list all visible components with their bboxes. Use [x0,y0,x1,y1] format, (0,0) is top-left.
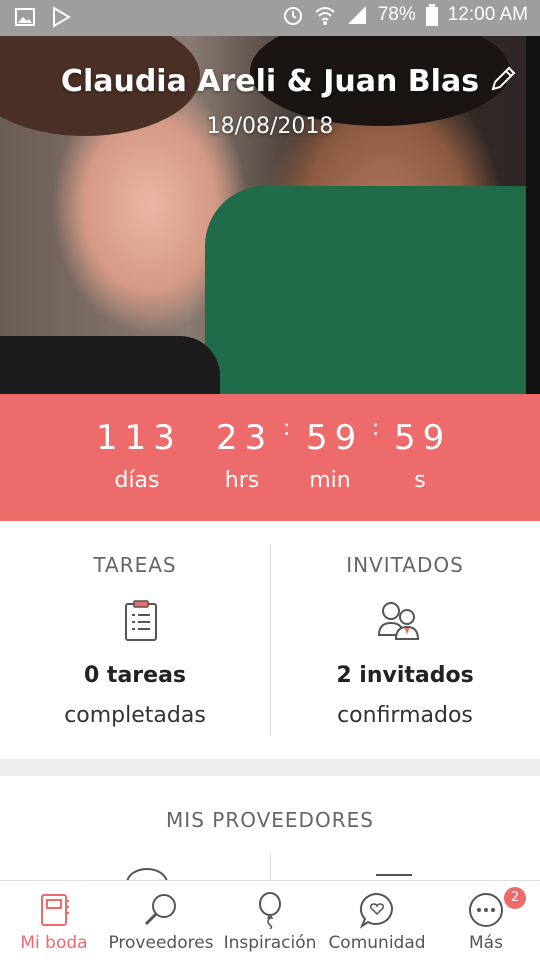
tasks-status: completadas [64,703,206,728]
wedding-countdown: 113 23 : 59 : 59 días hrs min s [0,394,540,521]
countdown-seconds: 59 [394,418,452,458]
notification-badge: 2 [504,887,526,909]
guests-title: INVITADOS [346,553,464,577]
tasks-title: TAREAS [93,553,177,577]
nav-label: Proveedores [108,933,214,953]
wedding-date: 18/08/2018 [206,114,334,139]
countdown-minutes: 59 [306,418,364,458]
countdown-separator: : [283,416,291,441]
tasks-count: 0 tareas [83,663,187,688]
providers-section: MIS PROVEEDORES [0,776,540,898]
clock: 12:00 AM [447,4,528,25]
edit-pencil-icon[interactable] [488,64,518,94]
play-store-notification-icon [53,6,71,28]
nav-inspiracion[interactable]: Inspiración [220,881,320,960]
guests-people-icon [377,602,420,640]
guests-status: confirmados [337,703,473,728]
guests-count: 2 invitados [336,663,474,688]
clipboard-checklist-icon [125,600,157,641]
balloon-icon [259,892,281,929]
status-bar: 78% 12:00 AM [0,0,540,36]
couple-photo-header: Claudia Areli & Juan Blas 18/08/2018 [0,36,540,394]
nav-label: Comunidad [328,933,426,953]
bottom-navigation: Mi boda Proveedores Inspiración Comunida… [0,880,540,960]
countdown-minutes-label: min [309,468,351,493]
countdown-hours: 23 [216,418,274,458]
countdown-seconds-label: s [414,468,426,493]
countdown-separator: : [372,416,380,441]
providers-divider [270,854,271,880]
couple-names: Claudia Areli & Juan Blas [60,64,480,99]
countdown-days-label: días [114,468,160,493]
nav-proveedores[interactable]: Proveedores [106,881,216,960]
countdown-days: 113 [96,418,182,458]
notebook-icon [41,894,69,926]
providers-title: MIS PROVEEDORES [166,808,374,832]
chat-heart-icon [359,892,393,929]
gallery-notification-icon [15,8,35,26]
battery-percentage: 78% [377,4,416,25]
nav-comunidad[interactable]: Comunidad [326,881,428,960]
guests-card[interactable]: INVITADOS 2 invitados confirmados [270,521,540,759]
cards-divider [270,544,271,736]
countdown-hours-label: hrs [224,468,260,493]
nav-label: Inspiración [223,933,317,953]
alarm-icon [283,7,302,25]
signal-icon [347,6,366,24]
wifi-icon [315,7,335,25]
tasks-card[interactable]: TAREAS 0 tareas completadas [0,521,270,759]
battery-icon [425,4,438,26]
more-icon [469,893,503,927]
nav-mas[interactable]: 2 Más [440,881,532,960]
nav-label: Más [469,933,503,953]
section-gap [0,759,540,776]
search-icon [144,894,176,926]
nav-label: Mi boda [20,933,88,953]
nav-mi-boda[interactable]: Mi boda [8,881,100,960]
